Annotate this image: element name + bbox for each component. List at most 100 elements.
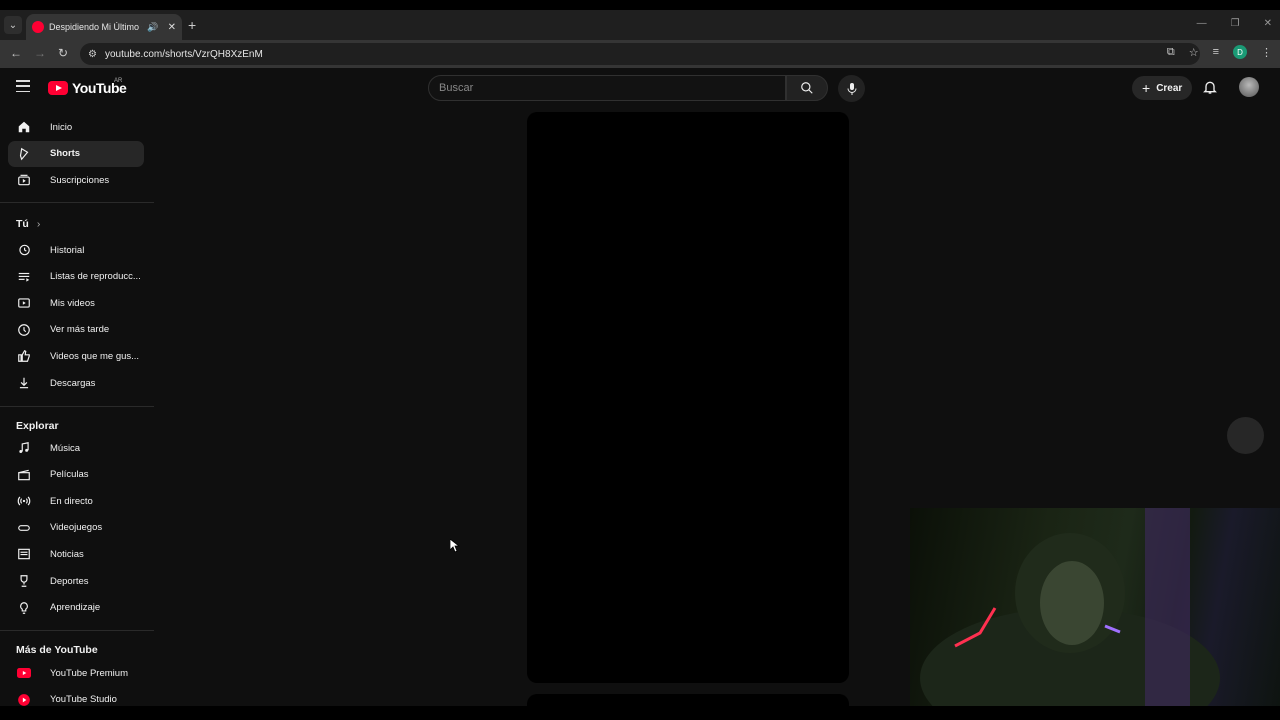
reload-icon[interactable]: ↻ [58, 46, 68, 60]
sidebar-item-label: Shorts [50, 148, 81, 160]
sidebar-item-inicio[interactable]: Inicio [8, 114, 144, 140]
sidebar-item-label: Películas [50, 469, 89, 481]
sidebar-item-descargas[interactable]: Descargas [8, 370, 144, 396]
sidebar-item-videojuegos[interactable]: Videojuegos [8, 515, 144, 541]
guide-menu-icon[interactable] [16, 80, 30, 92]
music-icon [16, 440, 32, 456]
close-window-icon[interactable]: ✕ [1264, 18, 1272, 29]
home-icon [16, 119, 32, 135]
sidebar-item-historial[interactable]: Historial [8, 237, 144, 263]
sidebar-item-en-directo[interactable]: En directo [8, 488, 144, 514]
shorts-video-player[interactable] [527, 112, 849, 683]
account-avatar[interactable] [1239, 77, 1259, 97]
liked-icon [16, 348, 32, 364]
window-controls: — ❐ ✕ [1197, 18, 1272, 29]
sidebar-item-label: Listas de reproducc... [50, 271, 141, 283]
sidebar-item-label: Noticias [50, 548, 84, 560]
shorts-navigation-button[interactable] [1227, 417, 1264, 454]
sidebar-item-label: Suscripciones [50, 174, 110, 186]
sidebar-item-noticias[interactable]: Noticias [8, 541, 144, 567]
new-tab-button[interactable]: + [188, 17, 196, 33]
create-button[interactable]: + Crear [1132, 76, 1193, 100]
sidebar-item-label: YouTube Studio [50, 694, 117, 706]
youtube-play-icon [48, 81, 68, 95]
movies-icon [16, 467, 32, 483]
youtube-favicon-icon [32, 21, 44, 33]
youtube-premium-icon [16, 665, 32, 681]
back-arrow-icon[interactable]: ← [10, 46, 22, 60]
install-app-icon[interactable]: ⧉ [1167, 46, 1175, 59]
sidebar-item-label: Videojuegos [50, 522, 103, 534]
sidebar-item-shorts[interactable]: Shorts [8, 140, 144, 167]
sidebar-item-label: Videos que me gus... [50, 350, 140, 362]
tab-search-button[interactable]: ⌄ [4, 16, 22, 34]
bookmark-star-icon[interactable]: ☆ [1189, 46, 1199, 59]
sidebar-item-listas-de-reproducc[interactable]: Listas de reproducc... [8, 264, 144, 290]
screen-bottom-edge [0, 706, 1280, 720]
sidebar-item-videos-que-me-gus[interactable]: Videos que me gus... [8, 343, 144, 369]
sidebar-item-label: Aprendizaje [50, 602, 101, 614]
sidebar-item-label: Música [50, 442, 81, 454]
guide-sidebar: Inicio Shorts Suscripciones Tú › Historial… [0, 108, 154, 706]
sidebar-item-música[interactable]: Música [8, 435, 144, 461]
browser-tab-active[interactable]: Despidiendo Mi Último Culto 🔊 ✕ [26, 14, 182, 40]
voice-search-button[interactable] [838, 75, 865, 102]
sidebar-item-películas[interactable]: Películas [8, 462, 144, 488]
you-section-title[interactable]: Tú › [16, 218, 40, 230]
create-label: Crear [1156, 82, 1183, 94]
history-icon [16, 242, 32, 258]
search-icon [801, 82, 813, 94]
screen-top-edge [0, 0, 1280, 10]
forward-arrow-icon[interactable]: → [34, 46, 46, 60]
sidebar-divider [0, 630, 154, 631]
sports-icon [16, 573, 32, 589]
learning-icon [16, 600, 32, 616]
sidebar-item-suscripciones[interactable]: Suscripciones [8, 167, 144, 193]
more-section-title: Más de YouTube [16, 644, 98, 656]
minimize-icon[interactable]: — [1197, 18, 1207, 29]
notifications-bell-icon[interactable] [1202, 79, 1218, 95]
sidebar-item-label: Deportes [50, 575, 89, 587]
speaker-icon[interactable]: 🔊 [147, 22, 158, 33]
news-icon [16, 546, 32, 562]
sidebar-divider [0, 202, 154, 203]
downloads-icon [16, 375, 32, 391]
sidebar-item-label: En directo [50, 495, 93, 507]
sidebar-item-label: Mis videos [50, 297, 95, 309]
my-videos-icon [16, 295, 32, 311]
country-code: AR [114, 78, 123, 84]
toolbar-right-actions: ⧉ ☆ ≡ D ⋮ [1167, 45, 1272, 59]
youtube-masthead: YouTube AR + Crear [0, 68, 1280, 108]
live-icon [16, 493, 32, 509]
sidebar-divider [0, 406, 154, 407]
you-title-text: Tú [16, 218, 29, 230]
subscriptions-icon [16, 172, 32, 188]
explore-section-title: Explorar [16, 420, 59, 432]
address-bar[interactable]: ⚙ youtube.com/shorts/VzrQH8XzEnM [80, 43, 1200, 65]
tab-title: Despidiendo Mi Último Culto [49, 22, 142, 32]
webcam-overlay [910, 508, 1280, 706]
playlists-icon [16, 269, 32, 285]
sidebar-item-deportes[interactable]: Deportes [8, 568, 144, 594]
watch-later-icon [16, 322, 32, 338]
sidebar-item-aprendizaje[interactable]: Aprendizaje [8, 595, 144, 621]
sidebar-item-label: YouTube Premium [50, 667, 128, 679]
sidebar-item-label: Historial [50, 244, 85, 256]
shorts-icon [16, 146, 32, 162]
sidebar-item-mis-videos[interactable]: Mis videos [8, 290, 144, 316]
sidebar-item-ver-más-tarde[interactable]: Ver más tarde [8, 317, 144, 343]
site-info-icon[interactable]: ⚙ [88, 49, 97, 60]
profile-avatar[interactable]: D [1233, 45, 1247, 59]
media-controls-icon[interactable]: ≡ [1213, 46, 1219, 58]
sidebar-item-label: Inicio [50, 121, 73, 133]
close-tab-icon[interactable]: ✕ [168, 22, 176, 33]
restore-icon[interactable]: ❐ [1231, 18, 1240, 29]
chevron-right-icon: › [36, 218, 41, 230]
browser-menu-icon[interactable]: ⋮ [1261, 46, 1272, 59]
sidebar-item-youtube-premium[interactable]: YouTube Premium [8, 660, 144, 686]
url-text: youtube.com/shorts/VzrQH8XzEnM [104, 48, 263, 60]
search-button[interactable] [786, 75, 828, 101]
microphone-icon [847, 82, 856, 95]
search-input[interactable] [439, 82, 785, 94]
plus-icon: + [1142, 80, 1151, 96]
